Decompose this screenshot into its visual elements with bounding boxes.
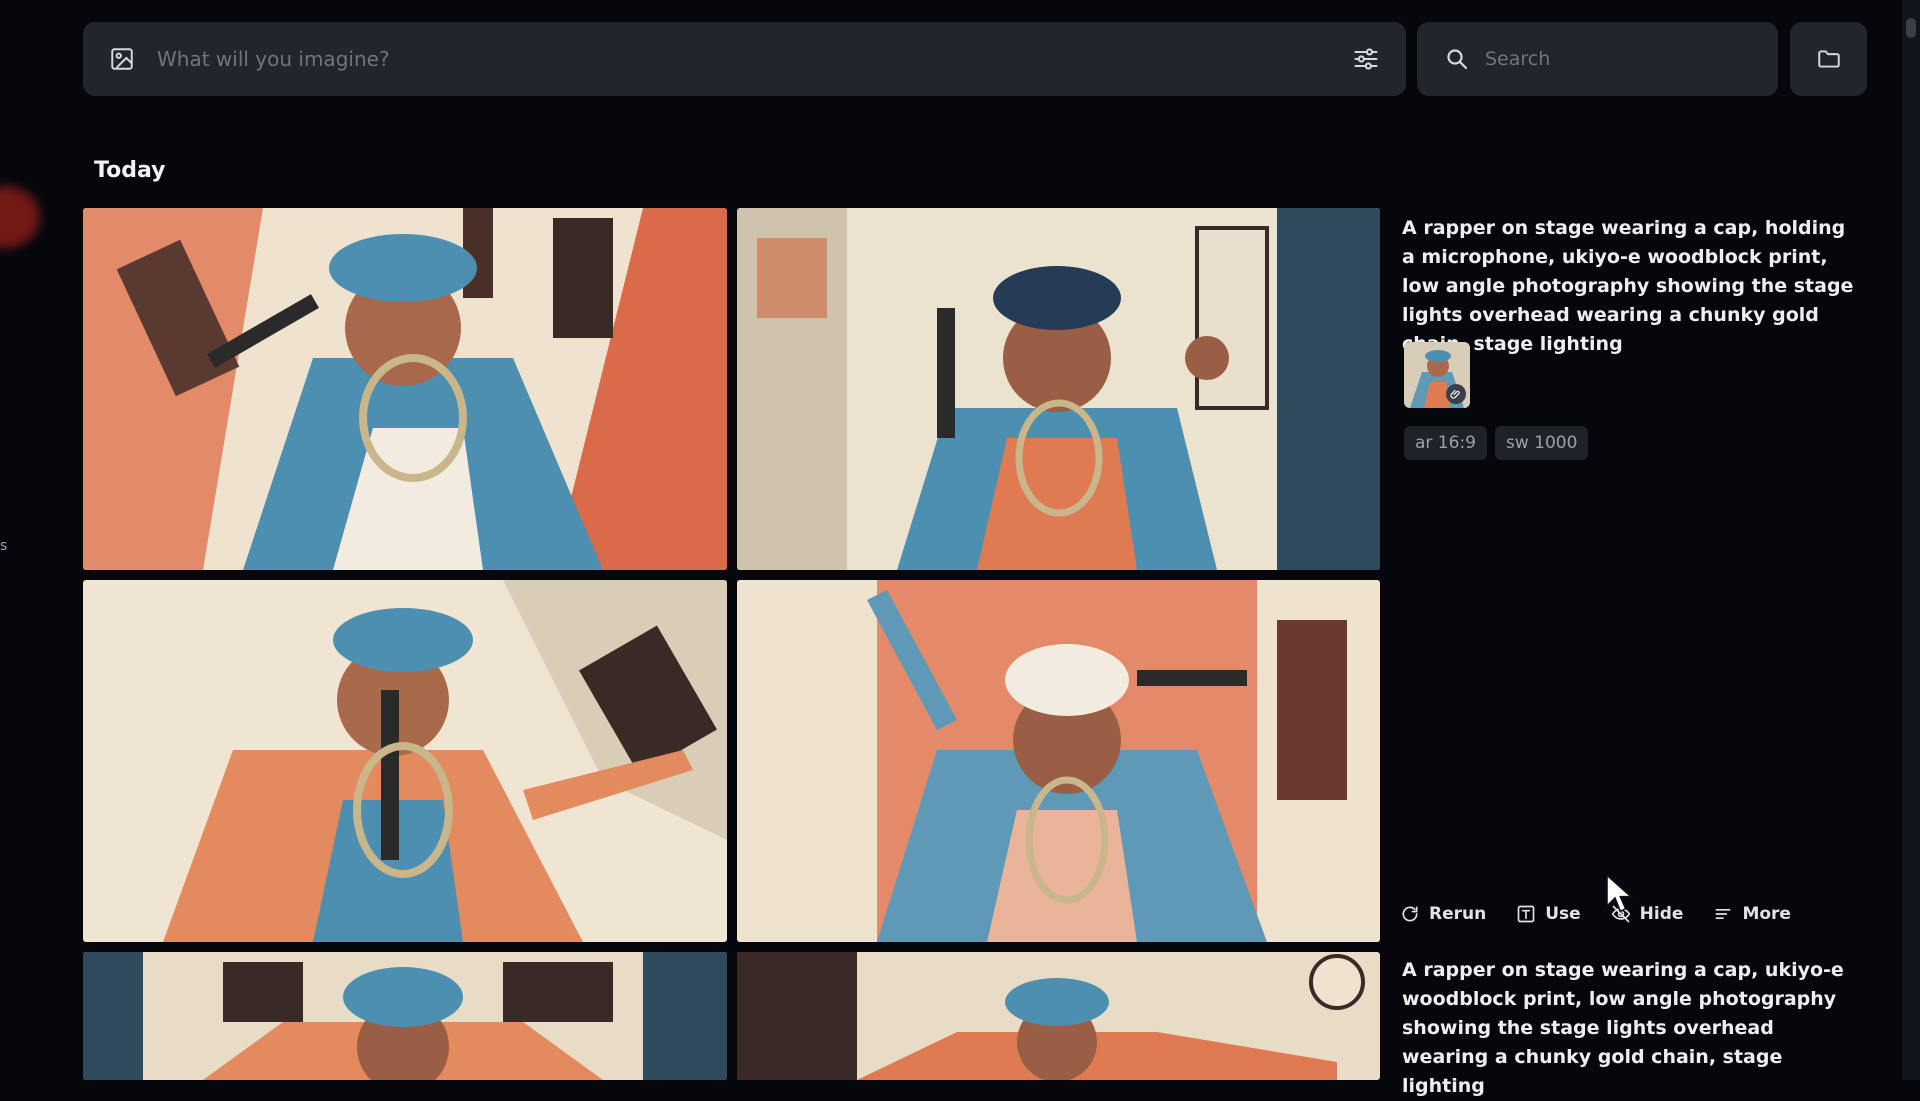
folder-icon (1817, 50, 1840, 68)
scrollbar-track[interactable] (1902, 0, 1920, 1080)
generated-image-5[interactable] (83, 952, 727, 1080)
menu-lines-icon (1715, 909, 1731, 919)
settings-sliders-icon[interactable] (1352, 45, 1380, 73)
search-icon (1447, 49, 1468, 70)
hide-label: Hide (1639, 904, 1684, 924)
use-button[interactable]: Use (1516, 904, 1581, 924)
use-label: Use (1545, 904, 1581, 924)
rerun-icon (1402, 906, 1418, 922)
generated-image-3[interactable] (83, 580, 727, 942)
image-prompt-thumbnail[interactable] (1404, 342, 1470, 408)
sidebar-indicator[interactable] (0, 186, 40, 248)
generation-2-prompt[interactable]: A rapper on stage wearing a cap, ukiyo-e… (1402, 956, 1862, 1101)
search-bar[interactable] (1417, 22, 1778, 96)
app-frame: s Today (0, 0, 1920, 1097)
generation-1-prompt[interactable]: A rapper on stage wearing a cap, holding… (1402, 214, 1862, 359)
scrollbar-thumb[interactable] (1906, 18, 1916, 38)
generated-image-2[interactable] (737, 208, 1380, 570)
folder-button[interactable] (1790, 22, 1867, 96)
generation-actions: Rerun Use Hide More (1400, 904, 1791, 924)
more-button[interactable]: More (1713, 904, 1791, 924)
rerun-label: Rerun (1429, 904, 1487, 924)
generated-image-1[interactable] (83, 208, 727, 570)
section-heading-today: Today (94, 158, 166, 183)
text-box-icon (1517, 905, 1535, 923)
sidebar-edge-text: s (0, 538, 8, 554)
param-chip-style-weight[interactable]: sw 1000 (1495, 426, 1589, 460)
generated-image-4[interactable] (737, 580, 1380, 942)
prompt-input[interactable] (155, 46, 1352, 72)
parameter-chips: ar 16:9 sw 1000 (1404, 426, 1589, 460)
mouse-cursor-icon (1606, 874, 1633, 913)
image-icon[interactable] (109, 46, 135, 72)
param-chip-aspect-ratio[interactable]: ar 16:9 (1404, 426, 1487, 460)
prompt-bar[interactable] (83, 22, 1406, 96)
generated-image-6[interactable] (737, 952, 1380, 1080)
attachment-icon (1446, 384, 1466, 404)
more-label: More (1742, 904, 1791, 924)
search-input[interactable] (1483, 47, 1778, 71)
rerun-button[interactable]: Rerun (1400, 904, 1486, 924)
